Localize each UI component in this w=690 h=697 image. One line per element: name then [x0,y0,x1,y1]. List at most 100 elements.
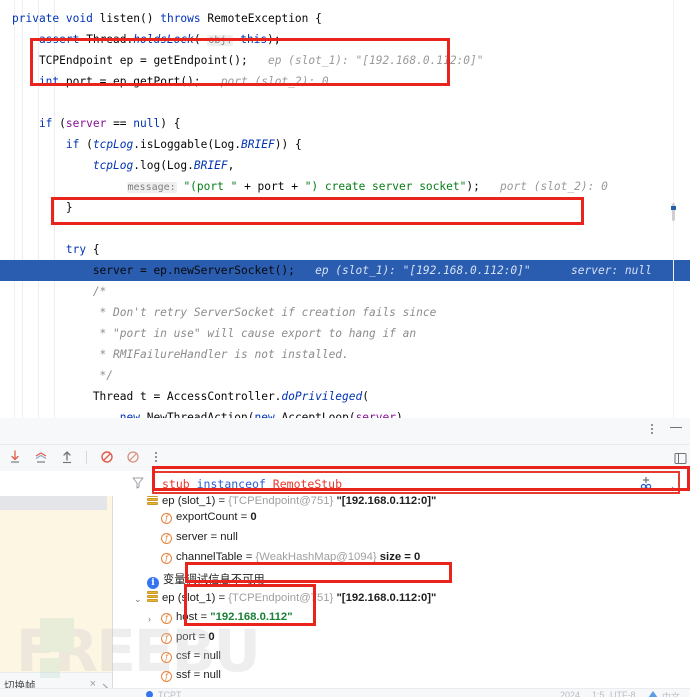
code-line[interactable]: */ [0,365,690,386]
evaluate-chevron-down-icon[interactable] [671,479,680,497]
status-run-icon[interactable] [146,691,153,697]
step-into-icon[interactable] [32,448,49,466]
code-token: { [92,243,100,256]
code-line[interactable]: try { [0,239,690,260]
code-token: tcpLog [92,138,134,151]
variable-value: "[192.168.0.112:0]" [333,496,437,507]
variable-equals: = [197,611,211,623]
status-item-2[interactable]: 1:5 [592,690,605,697]
code-token: ( [362,390,369,403]
code-line[interactable]: * "port in use" will cause export to han… [0,323,690,344]
evaluate-expression-wrapper: stub instanceof RemoteStub [152,471,690,496]
layout-settings-icon[interactable] [674,452,687,470]
code-token: + port + [237,180,305,193]
field-icon: f [161,633,172,644]
code-text[interactable]: private void listen() throws RemoteExcep… [0,0,690,418]
code-token: obj: [207,35,234,46]
variable-name: channelTable [176,551,243,563]
evaluate-token: RemoteStub [265,477,343,491]
code-line[interactable]: message: "(port " + port + ") create ser… [0,176,690,197]
field-icon: f [161,533,172,544]
code-line[interactable]: private void listen() throws RemoteExcep… [0,8,690,29]
debug-panel-header [0,418,690,445]
panel-more-icon[interactable] [646,422,658,436]
code-line[interactable]: new NewThreadAction(new AcceptLoop(serve… [0,407,690,418]
panel-minimize-icon[interactable] [670,426,682,428]
frames-selected-row[interactable] [0,496,112,510]
code-line[interactable]: server = ep.newServerSocket(); ep (slot_… [0,260,690,282]
code-token: Thread t = AccessController. [12,390,282,403]
status-item-3[interactable]: UTF-8 [610,690,636,697]
code-token: message: [126,182,177,193]
code-token: ), [395,411,410,418]
code-token: null [133,117,161,130]
code-token: port = ep.getPort(); [59,75,201,88]
field-icon: f [161,513,172,524]
code-token: server [65,117,107,130]
code-token: ) { [160,117,181,130]
code-line[interactable]: int port = ep.getPort(); port (slot_2): … [0,71,690,92]
variable-name: ep (slot_1) [162,592,216,604]
frames-pane[interactable]: …t.tcp)…tcp)…r)…server)…server) [0,496,112,672]
code-token: )) { [274,138,302,151]
info-icon: i [147,577,159,589]
status-item-4[interactable]: 中文 [662,690,680,697]
code-line[interactable]: TCPEndpoint ep = getEndpoint(); ep (slot… [0,50,690,71]
code-token: BRIEF [241,138,275,151]
code-token: port (slot_2): 0 [479,180,608,193]
code-token: this [240,33,268,46]
view-breakpoints-icon[interactable] [124,448,141,466]
variable-value: 0 [250,511,257,523]
code-token: BRIEF [193,159,228,172]
variables-tree[interactable]: ep (slot_1) = {TCPEndpoint@751} "[192.16… [113,496,690,696]
code-line[interactable]: } [0,197,690,218]
code-line[interactable]: * Don't retry ServerSocket if creation f… [0,302,690,323]
tree-twisty-icon[interactable]: › [148,614,151,624]
code-token: listen [99,12,140,25]
field-icon: f [161,652,172,663]
code-token: ); [267,33,281,46]
code-token: .log(Log. [133,159,194,172]
editor-marker[interactable] [671,206,676,210]
code-line[interactable]: assert Thread.holdsLock( obj: this); [0,29,690,50]
variable-equals: = [190,669,204,681]
code-token: RemoteException { [207,12,322,25]
add-to-watches-icon[interactable] [638,476,654,495]
code-editor[interactable]: private void listen() throws RemoteExcep… [0,0,690,418]
debugger-toolbar [0,445,690,471]
variable-equals: = [237,511,251,523]
code-token: try [12,243,93,256]
evaluate-token: stub [162,477,197,491]
code-line[interactable]: if (server == null) { [0,113,690,134]
status-item-0[interactable]: TCPT [158,690,182,697]
variable-ref: {TCPEndpoint@751} [228,592,334,604]
variable-name: csf [176,650,191,662]
step-over-icon[interactable] [6,448,23,466]
filter-icon[interactable] [132,476,144,494]
step-out-icon[interactable] [58,448,75,466]
variable-name: ep (slot_1) [162,496,216,507]
code-token: () [140,12,161,25]
ide-debug-screenshot: private void listen() throws RemoteExcep… [0,0,690,697]
mute-breakpoints-icon[interactable] [98,448,115,466]
code-token: server = ep.newServerSocket(); [12,264,295,277]
code-token: assert [12,33,87,46]
code-token: if [12,138,87,151]
tree-twisty-icon[interactable]: ⌄ [134,594,142,605]
variable-value: size = 0 [376,551,421,563]
code-line[interactable]: if (tcpLog.isLoggable(Log.BRIEF)) { [0,134,690,155]
debugger-more-icon[interactable] [150,450,162,464]
code-line[interactable]: * RMIFailureHandler is not installed. [0,344,690,365]
code-line[interactable]: /* [0,281,690,302]
code-line[interactable] [0,92,690,113]
code-line[interactable] [0,218,690,239]
variable-equals: = [215,496,229,507]
code-line[interactable]: tcpLog.log(Log.BRIEF, [0,155,690,176]
status-bar: TCPT 2024 1:5 UTF-8 中文 [0,688,690,697]
evaluate-expression-input[interactable]: stub instanceof RemoteStub [152,471,680,494]
code-token: == [106,117,134,130]
variable-equals: = [190,650,204,662]
status-notification-icon[interactable] [648,691,658,697]
status-item-1[interactable]: 2024 [560,690,580,697]
code-line[interactable]: Thread t = AccessController.doPrivileged… [0,386,690,407]
